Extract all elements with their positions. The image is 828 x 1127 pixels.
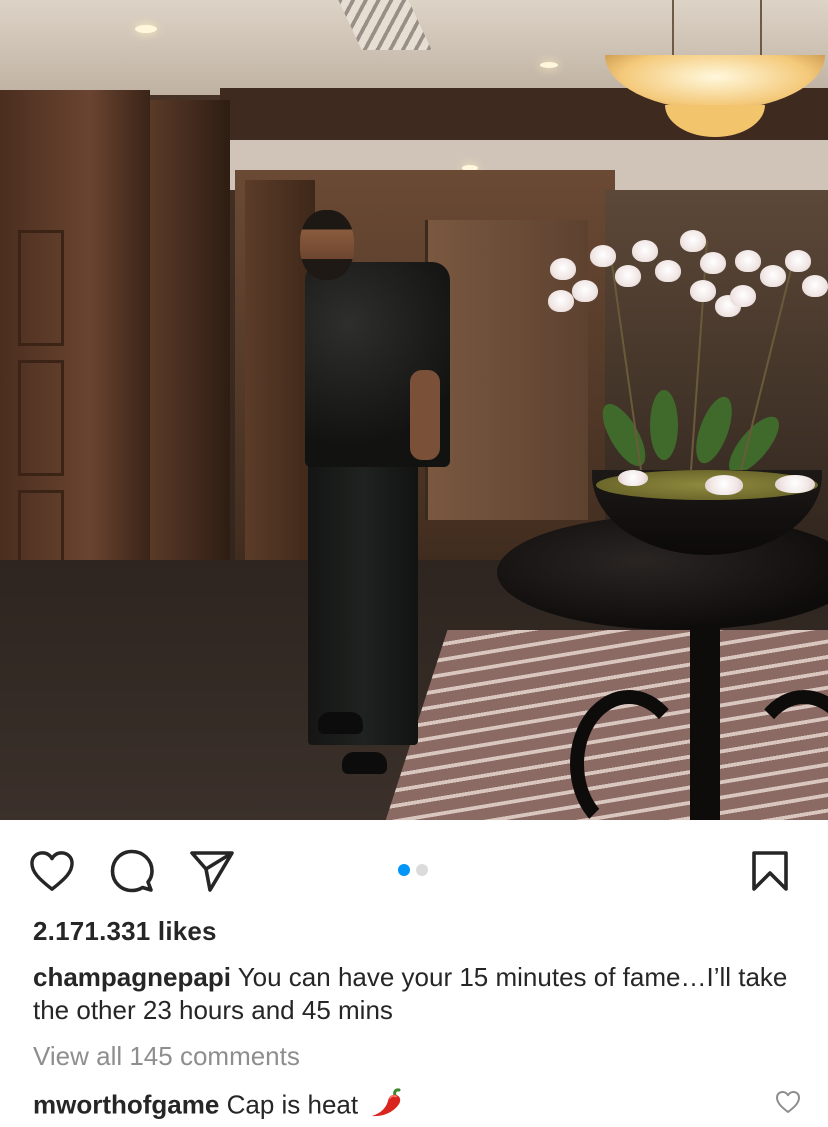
photo-orchid bbox=[802, 275, 828, 297]
photo-person-head bbox=[300, 210, 354, 280]
view-all-comments-link[interactable]: View all 145 comments bbox=[33, 1041, 300, 1072]
photo-door-jamb bbox=[150, 100, 230, 620]
photo-orchid bbox=[590, 245, 616, 267]
post-photo[interactable] bbox=[0, 0, 828, 820]
post-caption: champagnepapi You can have your 15 minut… bbox=[33, 961, 803, 1027]
photo-table-leg bbox=[690, 620, 720, 820]
share-button[interactable] bbox=[188, 847, 236, 895]
comment-icon bbox=[110, 849, 154, 893]
photo-orchid bbox=[690, 280, 716, 302]
like-button[interactable] bbox=[28, 847, 76, 895]
photo-orchid bbox=[680, 230, 706, 252]
send-icon bbox=[190, 851, 234, 892]
photo-orchid bbox=[550, 258, 576, 280]
carousel-dot-active bbox=[398, 864, 410, 876]
photo-orchid bbox=[632, 240, 658, 262]
photo-orchid bbox=[572, 280, 598, 302]
comment-like-button[interactable] bbox=[775, 1090, 803, 1118]
photo-orchid bbox=[618, 470, 648, 486]
carousel-dot bbox=[416, 864, 428, 876]
photo-person-shoe bbox=[342, 752, 387, 774]
comment-button[interactable] bbox=[108, 847, 156, 895]
photo-ceiling-light bbox=[135, 25, 157, 33]
photo-orchid bbox=[760, 265, 786, 287]
photo-orchid bbox=[705, 475, 743, 495]
carousel-indicator bbox=[398, 864, 428, 876]
photo-orchid bbox=[700, 252, 726, 274]
likes-count[interactable]: 2.171.331 likes bbox=[33, 916, 217, 947]
save-button[interactable] bbox=[746, 847, 794, 895]
photo-person-shoe bbox=[318, 712, 363, 734]
comment-text: Cap is heat bbox=[226, 1089, 359, 1120]
heart-icon bbox=[30, 851, 74, 891]
post-action-bar bbox=[0, 820, 828, 915]
photo-orchid bbox=[615, 265, 641, 287]
photo-chandelier-cord bbox=[760, 0, 762, 60]
photo-orchid bbox=[655, 260, 681, 282]
photo-person-arm bbox=[410, 370, 440, 460]
photo-orchid bbox=[735, 250, 761, 272]
caption-username[interactable]: champagnepapi bbox=[33, 962, 231, 992]
photo-person-legs bbox=[308, 455, 418, 745]
photo-orchid bbox=[785, 250, 811, 272]
bookmark-icon bbox=[752, 851, 788, 891]
photo-orchid bbox=[775, 475, 815, 493]
photo-ceiling-light bbox=[540, 62, 558, 68]
heart-outline-icon bbox=[776, 1091, 800, 1113]
photo-plant-leaf bbox=[650, 390, 678, 460]
comment-username[interactable]: mworthofgame bbox=[33, 1089, 219, 1119]
photo-chandelier-cord bbox=[672, 0, 674, 60]
photo-orchid bbox=[730, 285, 756, 307]
photo-orchid bbox=[548, 290, 574, 312]
